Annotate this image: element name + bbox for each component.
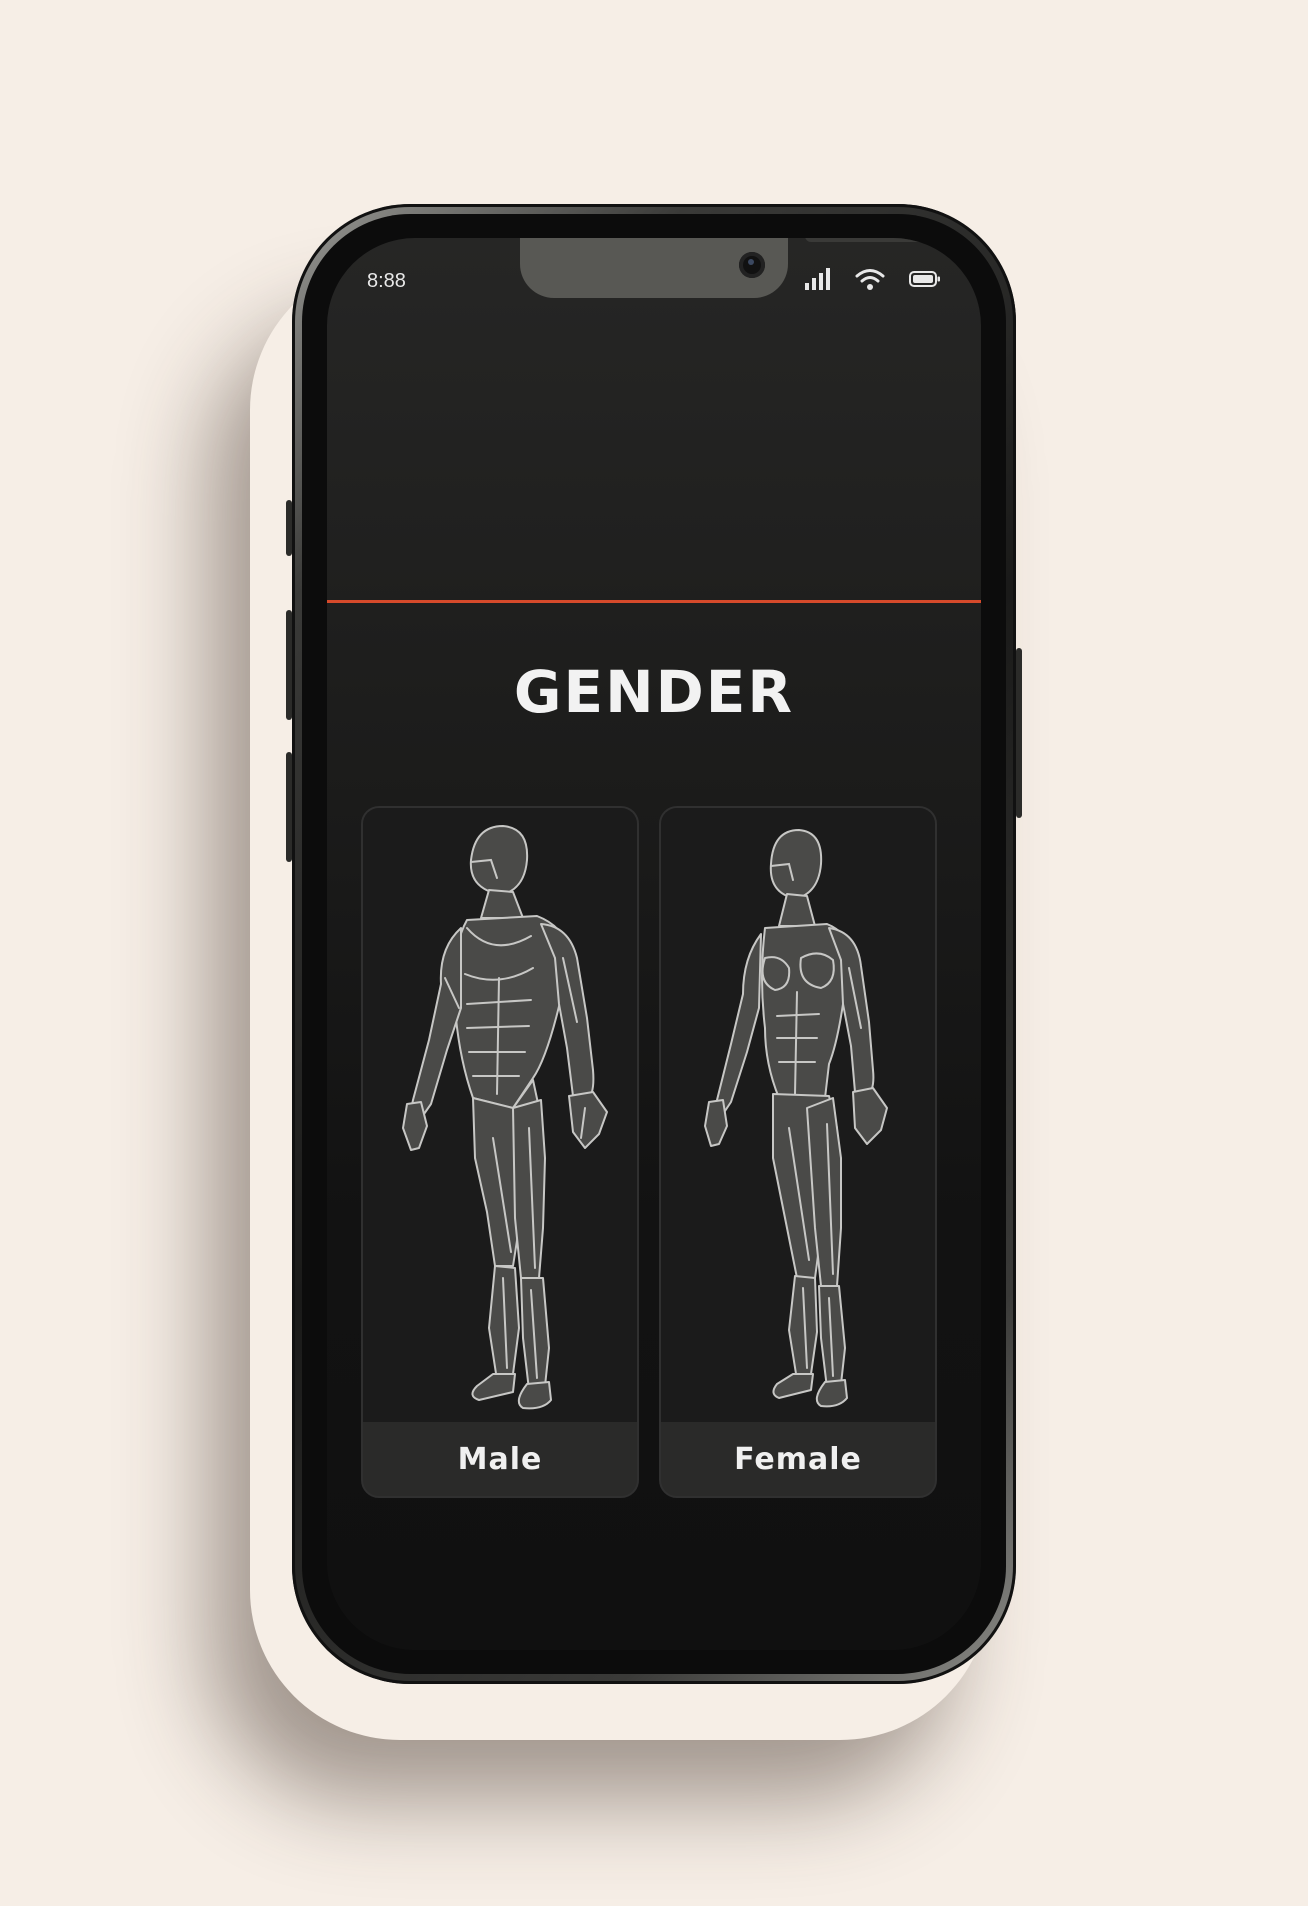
- wifi-icon: [855, 269, 885, 290]
- battery-icon: [909, 271, 940, 287]
- male-anatomy-figure: [402, 825, 608, 1410]
- male-figure-panel: [363, 808, 637, 1422]
- front-camera: [739, 252, 765, 278]
- mute-switch: [286, 500, 292, 556]
- volume-up-button: [286, 610, 292, 720]
- option-label-male: Male: [457, 1442, 543, 1477]
- page-title: GENDER: [513, 658, 795, 726]
- volume-down-button: [286, 752, 292, 862]
- gender-option-female[interactable]: Female: [659, 806, 937, 1498]
- status-time: 8:88: [367, 270, 406, 292]
- female-anatomy-figure: [704, 829, 888, 1408]
- notch: [520, 238, 923, 298]
- power-button: [1016, 648, 1022, 818]
- female-figure-panel: [661, 808, 935, 1422]
- earpiece-speaker: [805, 238, 923, 242]
- app-screen: 8:88 GENDER Male Female: [327, 238, 981, 1650]
- status-icons: [805, 268, 941, 290]
- gender-option-male[interactable]: Male: [361, 806, 639, 1498]
- signal-icon: [805, 268, 830, 290]
- option-label-female: Female: [734, 1442, 862, 1477]
- phone-frame: 8:88 GENDER Male Female: [286, 204, 1022, 1684]
- header-accent-line: [327, 600, 981, 603]
